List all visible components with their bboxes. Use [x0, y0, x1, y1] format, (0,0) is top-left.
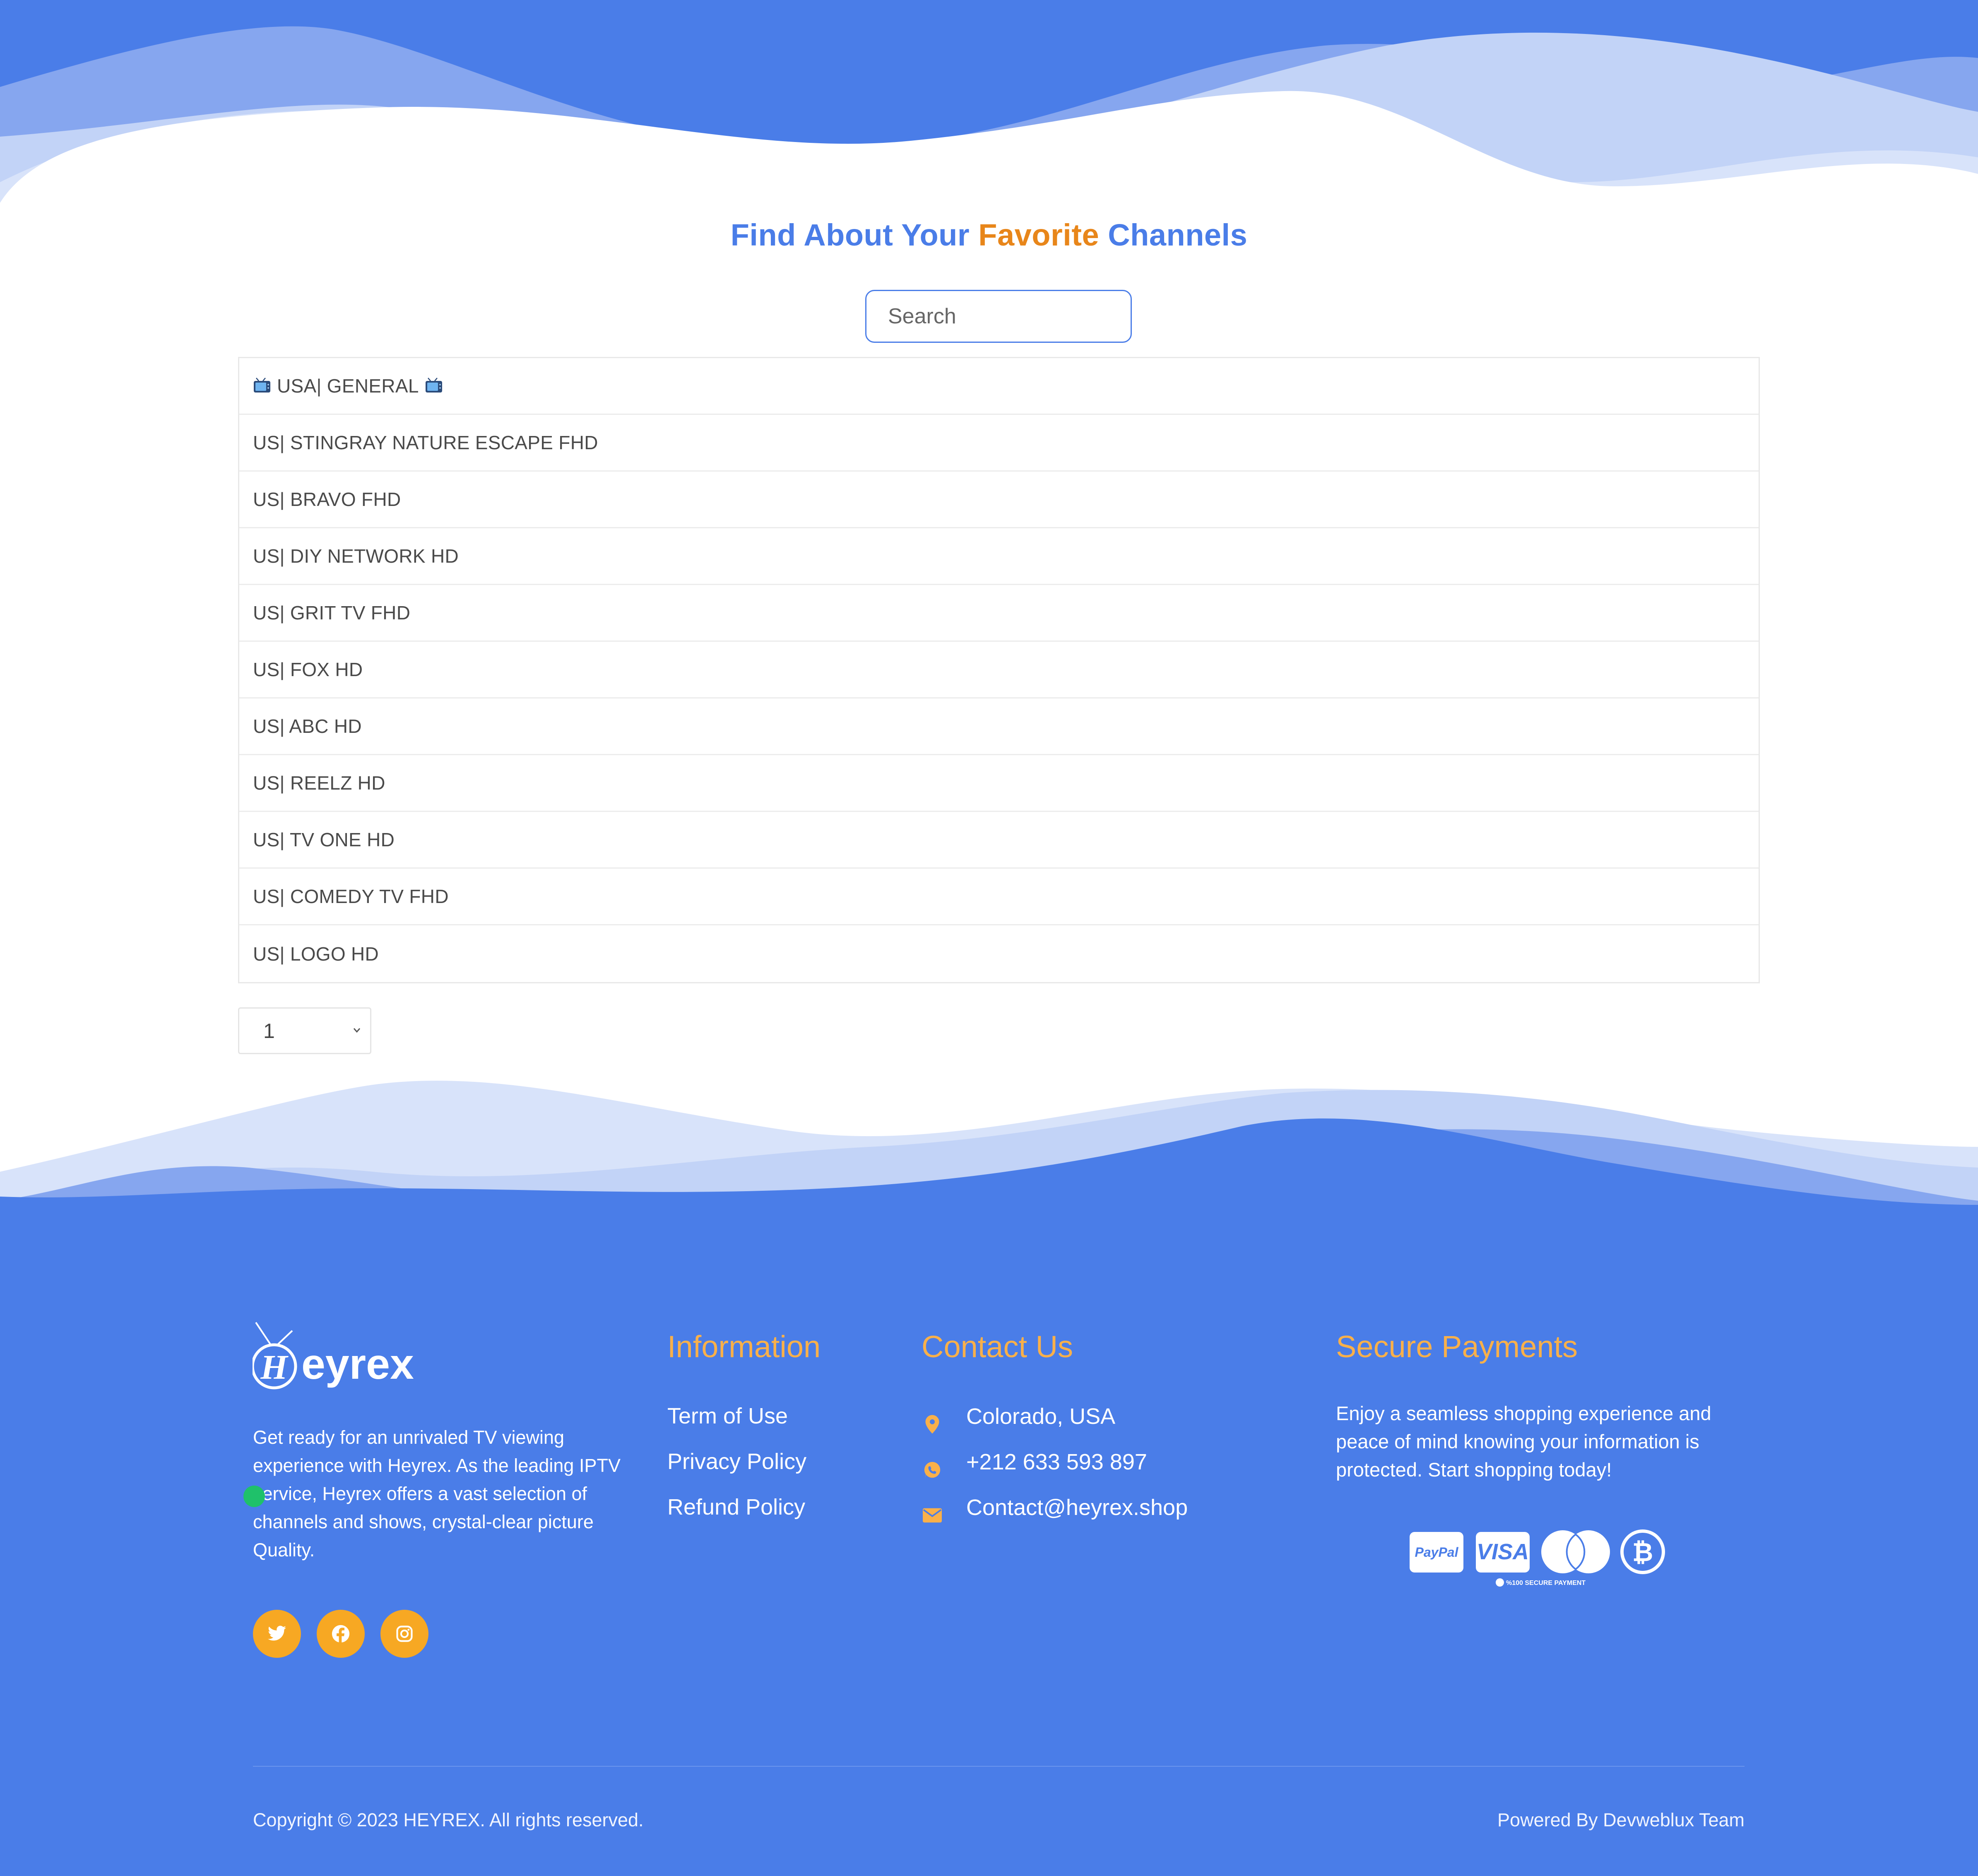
secure-payment-badge: %100 SECURE PAYMENT — [1506, 1580, 1586, 1587]
list-item[interactable]: US| DIY NETWORK HD — [239, 528, 1759, 585]
channel-label: US| DIY NETWORK HD — [253, 545, 459, 567]
contact-heading: Contact Us — [922, 1329, 1073, 1364]
list-item[interactable]: US| STINGRAY NATURE ESCAPE FHD — [239, 415, 1759, 472]
email-text: Contact@heyrex.shop — [966, 1495, 1188, 1520]
bitcoin-icon: ₿ — [1620, 1529, 1665, 1574]
chat-widget-button[interactable] — [243, 1486, 265, 1507]
channel-label: US| LOGO HD — [253, 943, 379, 965]
channel-label: US| FOX HD — [253, 659, 363, 680]
contact-phone[interactable]: +212 633 593 897 — [922, 1447, 1188, 1493]
facebook-link[interactable] — [317, 1610, 365, 1658]
payment-methods: PayPal VISA ₿ %100 SECURE PAYMENT — [1410, 1529, 1665, 1587]
contact-email[interactable]: Contact@heyrex.shop — [922, 1493, 1188, 1538]
information-heading: Information — [667, 1329, 821, 1364]
footer-divider — [253, 1766, 1745, 1767]
list-item[interactable]: US| TV ONE HD — [239, 812, 1759, 869]
information-links: Term of Use Privacy Policy Refund Policy — [667, 1402, 806, 1538]
privacy-policy-link[interactable]: Privacy Policy — [667, 1447, 806, 1493]
list-item[interactable]: US| REELZ HD — [239, 755, 1759, 812]
page-select[interactable]: 1 — [238, 1007, 371, 1054]
payments-heading: Secure Payments — [1336, 1329, 1578, 1364]
contact-list: Colorado, USA +212 633 593 897 Contact@h… — [922, 1402, 1188, 1538]
twitter-icon — [268, 1626, 286, 1641]
tv-icon — [254, 378, 270, 393]
page-select-value: 1 — [263, 1019, 275, 1043]
list-item[interactable]: US| FOX HD — [239, 642, 1759, 698]
channel-list: USA| GENERAL US| STINGRAY NATURE ESCAPE … — [238, 357, 1760, 983]
title-part1: Find About Your — [730, 218, 970, 252]
channel-label: US| COMEDY TV FHD — [253, 886, 449, 907]
refund-policy-link[interactable]: Refund Policy — [667, 1493, 806, 1538]
copyright-text: Copyright © 2023 HEYREX. All rights rese… — [253, 1809, 644, 1830]
instagram-link[interactable] — [380, 1610, 428, 1658]
payments-text: Enjoy a seamless shopping experience and… — [1336, 1402, 1711, 1481]
page: Find About Your Favorite Channels USA| G… — [0, 0, 1978, 1876]
channel-label: US| BRAVO FHD — [253, 489, 401, 510]
tv-icon — [425, 378, 442, 393]
list-item[interactable]: US| GRIT TV FHD — [239, 585, 1759, 642]
powered-by-link[interactable]: Powered By Devweblux Team — [1497, 1809, 1745, 1831]
svg-text:H: H — [260, 1348, 289, 1387]
location-text: Colorado, USA — [966, 1404, 1116, 1429]
about-text: Get ready for an unrivaled TV viewing ex… — [253, 1427, 621, 1561]
term-of-use-link[interactable]: Term of Use — [667, 1402, 806, 1447]
mastercard-icon — [1541, 1530, 1610, 1573]
logo: H eyrex — [253, 1322, 414, 1390]
visa-icon: VISA — [1476, 1532, 1530, 1573]
phone-text: +212 633 593 897 — [966, 1450, 1147, 1474]
channel-label: US| ABC HD — [253, 715, 362, 737]
channel-label: US| GRIT TV FHD — [253, 602, 411, 624]
list-item[interactable]: USA| GENERAL — [239, 358, 1759, 415]
channel-label: US| REELZ HD — [253, 772, 385, 794]
facebook-icon — [332, 1625, 350, 1643]
svg-text:PayPal: PayPal — [1415, 1545, 1459, 1560]
channel-label: US| TV ONE HD — [253, 829, 395, 850]
channel-label: USA| GENERAL — [277, 375, 419, 397]
footer-waves — [0, 1081, 1978, 1242]
title-part2: Channels — [1108, 218, 1248, 252]
list-item[interactable]: US| BRAVO FHD — [239, 472, 1759, 528]
title-accent: Favorite — [978, 218, 1100, 252]
envelope-icon — [923, 1508, 942, 1523]
paypal-icon: PayPal — [1410, 1532, 1463, 1573]
channel-label: US| STINGRAY NATURE ESCAPE FHD — [253, 432, 598, 453]
instagram-icon — [396, 1626, 413, 1642]
list-item[interactable]: US| COMEDY TV FHD — [239, 869, 1759, 925]
list-item[interactable]: US| ABC HD — [239, 698, 1759, 755]
header-waves — [0, 0, 1978, 215]
whatsapp-icon — [924, 1462, 941, 1478]
search-input[interactable] — [865, 290, 1132, 343]
chevron-down-icon — [353, 1028, 361, 1033]
contact-location: Colorado, USA — [922, 1402, 1188, 1447]
list-item[interactable]: US| LOGO HD — [239, 925, 1759, 982]
svg-text:VISA: VISA — [1477, 1539, 1529, 1564]
social-links — [253, 1610, 428, 1658]
page-title: Find About Your Favorite Channels — [0, 217, 1978, 253]
twitter-link[interactable] — [253, 1610, 301, 1658]
map-pin-icon — [925, 1415, 939, 1434]
svg-text:₿: ₿ — [1632, 1537, 1653, 1567]
svg-text:eyrex: eyrex — [301, 1340, 414, 1388]
